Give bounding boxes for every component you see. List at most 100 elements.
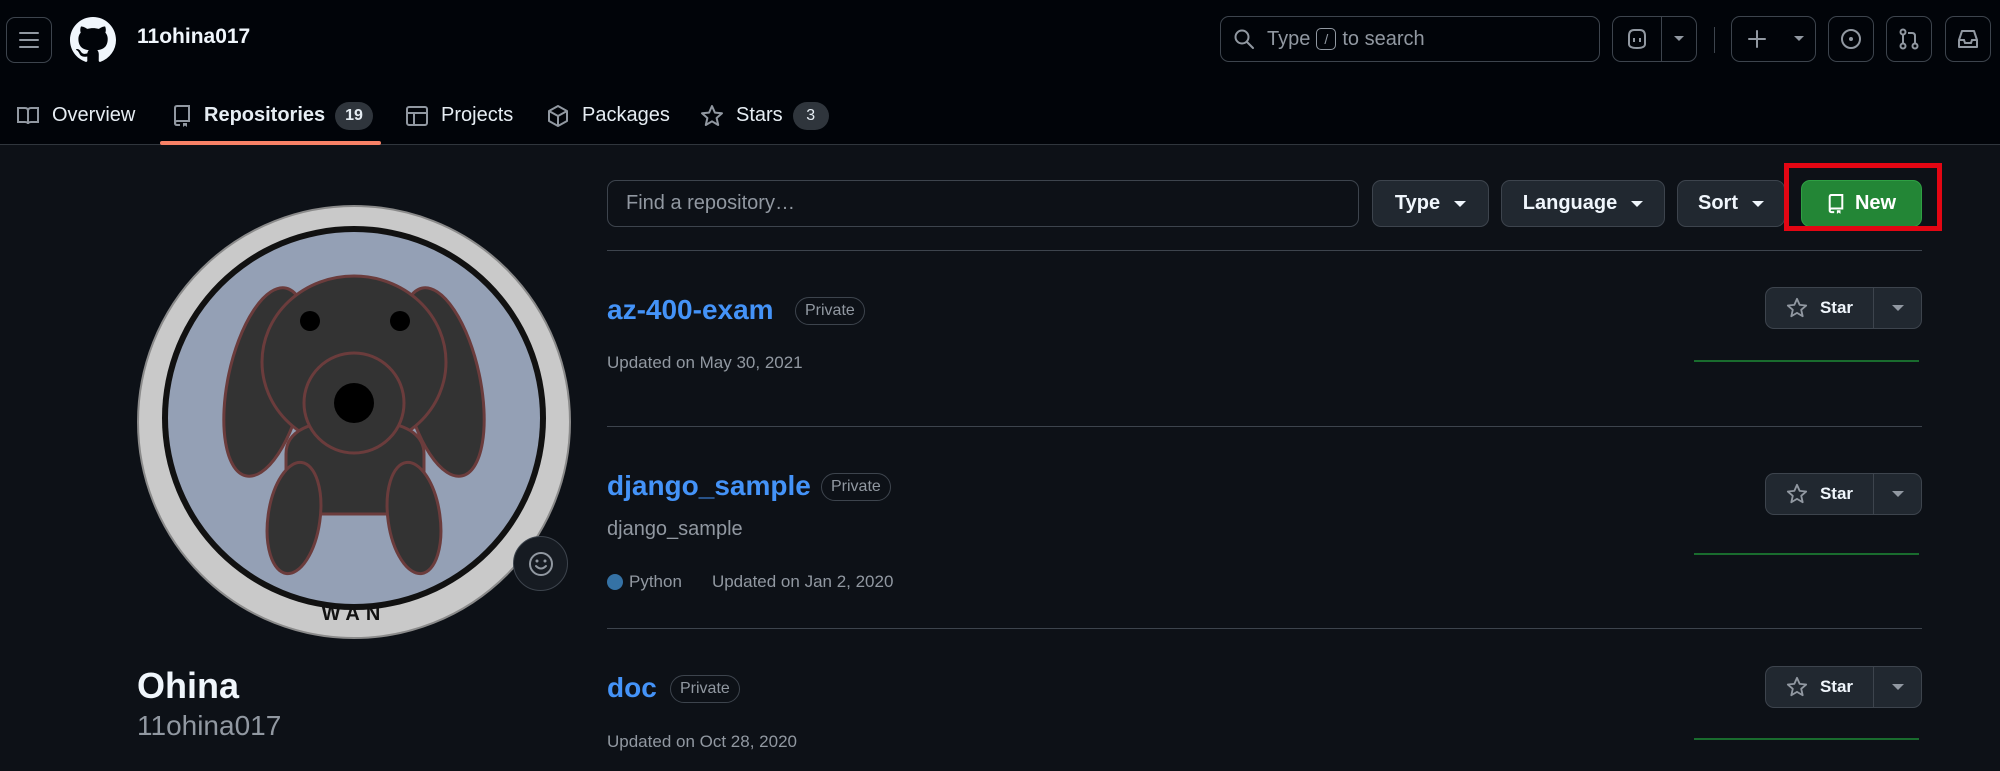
star-label: Star [1819, 484, 1854, 503]
book-icon [17, 106, 39, 124]
profile-name: Ohina [137, 665, 240, 706]
repo-link-az-400-exam[interactable]: az-400-exam [607, 294, 774, 326]
updated-date: Updated on Oct 28, 2020 [607, 732, 797, 751]
star-button[interactable]: Star [1766, 288, 1873, 328]
issue-opened-icon [1841, 29, 1861, 49]
star-button-group: Star [1765, 473, 1922, 515]
type-filter-button[interactable]: Type [1372, 180, 1489, 227]
updated-date: Updated on May 30, 2021 [607, 353, 803, 372]
active-tab-indicator [160, 141, 381, 145]
tab-projects[interactable]: Projects [405, 88, 513, 143]
search-shortcut-key: / [1316, 28, 1337, 50]
caret-down-icon [1454, 200, 1467, 207]
repo-count-badge: 19 [335, 101, 373, 130]
new-button-label: New [1854, 192, 1897, 214]
create-new-button[interactable] [1731, 16, 1816, 62]
sort-label: Sort [1698, 192, 1738, 214]
search-suffix: to search [1342, 27, 1425, 50]
caret-down-icon [1891, 305, 1904, 311]
top-bar: 11ohina017 Type / to search [0, 0, 2000, 80]
inbox-icon [1958, 30, 1978, 48]
copilot-button[interactable] [1613, 17, 1661, 61]
language-color-dot [607, 574, 623, 590]
search-icon [1234, 29, 1254, 49]
git-pull-request-icon [1899, 28, 1919, 50]
tab-label: Repositories [204, 104, 326, 126]
avatar-image: WAN [137, 205, 571, 639]
menu-button[interactable] [6, 17, 52, 63]
tab-stars[interactable]: Stars 3 [700, 88, 829, 143]
star-icon [1786, 483, 1808, 504]
repo-description: django_sample [607, 518, 743, 540]
list-divider [607, 250, 1922, 251]
updated-date: Updated on Jan 2, 2020 [711, 572, 894, 591]
tab-overview[interactable]: Overview [16, 88, 135, 143]
caret-down-icon [1631, 200, 1644, 207]
repo-language: Python [629, 572, 682, 591]
tab-packages[interactable]: Packages [546, 88, 670, 143]
star-button[interactable]: Star [1766, 667, 1873, 707]
table-icon [406, 105, 428, 126]
star-list-dropdown[interactable] [1874, 667, 1921, 707]
pull-requests-button[interactable] [1886, 16, 1932, 62]
star-button[interactable]: Star [1766, 474, 1873, 514]
repo-meta: Updated on Oct 28, 2020 [607, 732, 797, 752]
activity-graph [1694, 360, 1919, 362]
inbox-button[interactable] [1945, 16, 1991, 62]
star-label: Star [1819, 298, 1854, 317]
header-username[interactable]: 11ohina017 [137, 25, 250, 49]
tab-label: Overview [52, 104, 136, 126]
smiley-icon [528, 551, 553, 576]
package-icon [548, 104, 568, 127]
activity-graph [1694, 553, 1919, 555]
tab-label: Stars [736, 104, 783, 126]
hamburger-icon [19, 32, 39, 48]
repo-meta: Python Updated on Jan 2, 2020 [607, 572, 893, 592]
plus-icon [1748, 30, 1766, 48]
caret-down-icon [1891, 491, 1904, 497]
issues-button[interactable] [1828, 16, 1874, 62]
copilot-dropdown[interactable] [1662, 17, 1696, 61]
star-icon [701, 104, 723, 126]
star-list-dropdown[interactable] [1874, 474, 1921, 514]
type-filter-label: Type [1394, 192, 1441, 214]
star-icon [1786, 297, 1808, 318]
tab-repositories[interactable]: Repositories 19 [172, 88, 373, 143]
star-button-group: Star [1765, 666, 1922, 708]
search-prefix: Type [1267, 27, 1311, 50]
github-logo[interactable] [70, 17, 116, 63]
language-filter-button[interactable]: Language [1501, 180, 1665, 227]
header-divider [1714, 27, 1715, 53]
new-repository-button[interactable]: New [1801, 180, 1922, 227]
copilot-button-group [1612, 16, 1697, 62]
repo-icon [1828, 193, 1844, 214]
star-button-group: Star [1765, 287, 1922, 329]
list-divider [607, 426, 1922, 427]
avatar[interactable]: WAN [136, 204, 572, 640]
repo-link-django-sample[interactable]: django_sample [607, 470, 811, 502]
profile-login: 11ohina017 [137, 710, 282, 741]
copilot-icon [1628, 29, 1646, 50]
visibility-badge: Private [670, 675, 740, 703]
repo-meta: Updated on May 30, 2021 [607, 353, 803, 373]
global-header: 11ohina017 Type / to search Overview Rep… [0, 0, 2000, 145]
repo-icon [173, 104, 190, 127]
chevron-down-icon [1793, 36, 1804, 41]
stars-count-badge: 3 [792, 101, 829, 130]
star-list-dropdown[interactable] [1874, 288, 1921, 328]
chevron-down-icon [1674, 36, 1684, 41]
caret-down-icon [1891, 684, 1904, 690]
language-filter-label: Language [1522, 192, 1618, 214]
find-repository-input[interactable] [607, 180, 1359, 227]
repo-link-doc[interactable]: doc [607, 672, 657, 704]
caret-down-icon [1752, 200, 1764, 207]
sort-button[interactable]: Sort [1677, 180, 1785, 227]
visibility-badge: Private [795, 297, 865, 325]
star-label: Star [1819, 677, 1854, 696]
set-status-button[interactable] [513, 536, 568, 591]
avatar-text: WAN [322, 603, 387, 625]
star-icon [1786, 676, 1808, 697]
list-divider [607, 628, 1922, 629]
github-octocat-icon [70, 17, 116, 62]
global-search[interactable]: Type / to search [1220, 16, 1600, 62]
